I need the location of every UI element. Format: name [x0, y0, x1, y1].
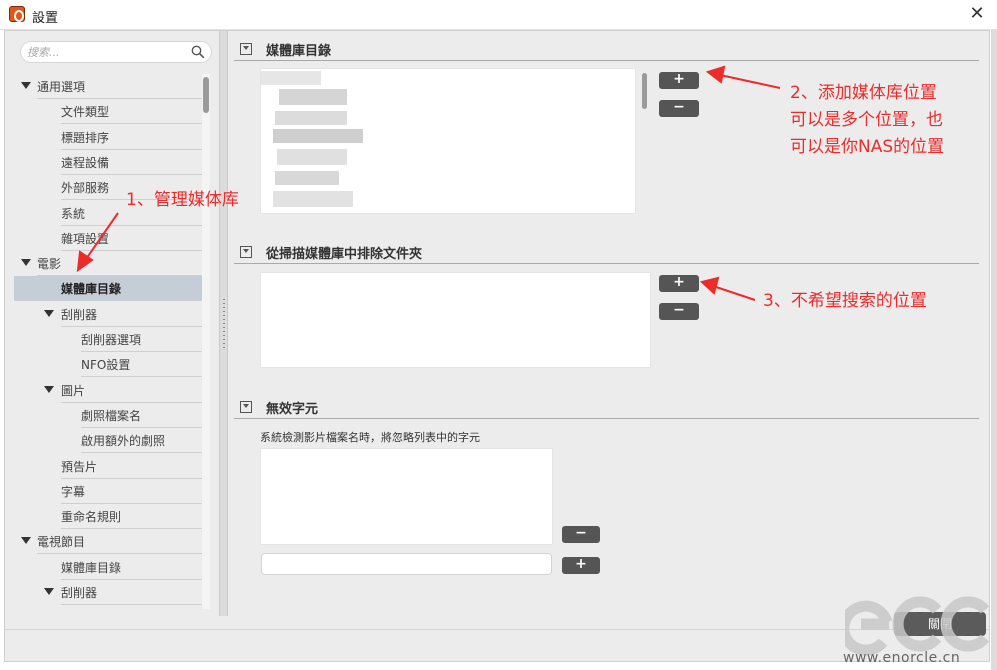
window-title: 設置 [32, 11, 59, 26]
sidebar-item[interactable]: 刮削器 [14, 302, 202, 327]
search-box[interactable] [20, 41, 212, 63]
sidebar-item[interactable]: 重命名規則 [14, 504, 202, 530]
sidebar-item-label: 啟用額外的劇照 [81, 434, 166, 449]
sidebar-item-label: 圖片 [61, 383, 86, 398]
add-bad-word-button[interactable]: + [562, 557, 600, 574]
sidebar-item[interactable]: 遠程設備 [14, 150, 202, 175]
collapse-icon[interactable] [240, 401, 252, 413]
sidebar-item[interactable]: 雜項設置 [14, 226, 202, 251]
sidebar-item[interactable]: 通用選項 [14, 74, 202, 99]
sidebar-item-label: 標題排序 [61, 130, 110, 145]
sidebar-item[interactable]: 媒體庫目錄 [14, 276, 202, 302]
annotation-1: 1、管理媒体库 [126, 190, 239, 210]
expand-arrow-icon[interactable] [21, 537, 31, 545]
sidebar-item[interactable]: 啟用額外的劇照 [14, 428, 202, 454]
bad-words-list[interactable] [260, 448, 553, 545]
blurred-entry [275, 111, 347, 125]
sidebar-item-label: 預告片 [61, 459, 98, 474]
window-close-button[interactable]: ✕ [965, 3, 989, 25]
annotation-2-line-2: 可以是多个位置，也 [790, 110, 943, 130]
sidebar-item[interactable]: 圖片 [14, 378, 202, 403]
blurred-entry [277, 149, 347, 165]
collapse-icon[interactable] [240, 246, 252, 258]
blurred-entry [273, 191, 353, 207]
blurred-entry [273, 129, 363, 143]
add-exclude-dir-button[interactable]: + [659, 275, 699, 292]
annotation-2-line-3: 可以是你NAS的位置 [790, 137, 945, 157]
blurred-entry [261, 71, 321, 85]
sidebar-item-label: 雜項設置 [61, 231, 110, 246]
search-input[interactable] [27, 44, 177, 60]
sidebar-item[interactable]: 文件類型 [14, 99, 202, 125]
section-media-dirs-header[interactable]: 媒體庫目錄 [234, 39, 979, 61]
sidebar-item[interactable]: 電影 [14, 251, 202, 277]
expand-arrow-icon[interactable] [21, 259, 31, 267]
sidebar-item[interactable]: 字幕 [14, 479, 202, 504]
section-title: 媒體庫目錄 [266, 44, 332, 59]
sidebar-item-label: 文件類型 [61, 105, 110, 120]
sidebar-item[interactable]: 劇照檔案名 [14, 403, 202, 428]
bad-words-hint: 系統檢測影片檔案名時，將忽略列表中的字元 [260, 431, 480, 444]
row-divider [61, 604, 202, 605]
title-bar: 設置 ✕ [0, 0, 997, 30]
section-title: 從掃描媒體庫中排除文件夾 [266, 247, 423, 262]
remove-media-dir-button[interactable]: − [659, 100, 699, 117]
sidebar-item[interactable]: 預告片 [14, 454, 202, 479]
search-icon[interactable] [191, 45, 205, 59]
section-title: 無效字元 [266, 402, 319, 417]
blurred-entry [275, 171, 339, 185]
annotation-2-line-1: 2、添加媒体库位置 [790, 83, 937, 103]
sidebar-item-label: 通用選項 [37, 80, 86, 94]
sidebar-item[interactable]: 刮削器 [14, 580, 202, 605]
pane-splitter[interactable] [219, 31, 228, 616]
sidebar-item-label: 刮削器 [61, 307, 98, 322]
sidebar-item[interactable]: NFO設置 [14, 352, 202, 378]
section-exclude-header[interactable]: 從掃描媒體庫中排除文件夾 [234, 242, 979, 264]
exclude-dirs-list[interactable] [260, 272, 651, 368]
sidebar-item[interactable]: 標題排序 [14, 125, 202, 150]
sidebar-scrollbar-track[interactable] [202, 74, 210, 609]
sidebar-item-label: 遠程設備 [61, 155, 110, 170]
dialog-footer [5, 629, 989, 661]
sidebar-item[interactable]: 電視節目 [14, 529, 202, 555]
watermark-url: www.enorcle.cn [843, 650, 961, 666]
remove-bad-word-button[interactable]: − [562, 526, 600, 543]
expand-arrow-icon[interactable] [44, 385, 54, 393]
sidebar-item-label: 媒體庫目錄 [61, 560, 122, 575]
section-bad-words-header[interactable]: 無效字元 [234, 397, 979, 419]
sidebar-item-label: 媒體庫目錄 [61, 282, 122, 297]
bad-word-input[interactable] [261, 553, 552, 575]
sidebar-item-label: 外部服務 [61, 181, 110, 196]
expand-arrow-icon[interactable] [44, 588, 54, 595]
settings-tree: 通用選項 文件類型 標題排序 遠程設備 外部服務 系統 雜項設置 電影 媒體庫目錄 刮削器 刮削器選… [14, 74, 202, 609]
sidebar-item-label: NFO設置 [81, 358, 131, 373]
add-media-dir-button[interactable]: + [659, 72, 699, 89]
sidebar-item-label: 系統 [61, 206, 86, 221]
sidebar-item-label: 劇照檔案名 [81, 408, 142, 423]
sidebar-item-label: 電視節目 [37, 535, 86, 550]
sidebar-item-label: 重命名規則 [61, 510, 122, 525]
expand-arrow-icon[interactable] [21, 82, 31, 89]
sidebar-item-label: 刮削器選項 [81, 333, 142, 347]
sidebar-scrollbar-thumb[interactable] [203, 77, 209, 113]
sidebar-item[interactable]: 媒體庫目錄 [14, 555, 202, 580]
sidebar-item-label: 字幕 [61, 484, 86, 499]
app-icon [9, 6, 25, 22]
expand-arrow-icon[interactable] [44, 309, 54, 317]
sidebar-item-label: 電影 [37, 257, 62, 272]
blurred-entry [279, 89, 347, 105]
media-dirs-list[interactable] [260, 68, 647, 214]
annotation-3: 3、不希望搜索的位置 [763, 291, 927, 311]
collapse-icon[interactable] [240, 43, 252, 55]
list-scrollbar-thumb[interactable] [642, 73, 647, 109]
remove-exclude-dir-button[interactable]: − [659, 303, 699, 320]
splitter-grip[interactable] [223, 299, 225, 349]
window-edge [991, 30, 997, 670]
sidebar-item-label: 刮削器 [61, 586, 98, 600]
sidebar-item[interactable]: 刮削器選項 [14, 327, 202, 352]
